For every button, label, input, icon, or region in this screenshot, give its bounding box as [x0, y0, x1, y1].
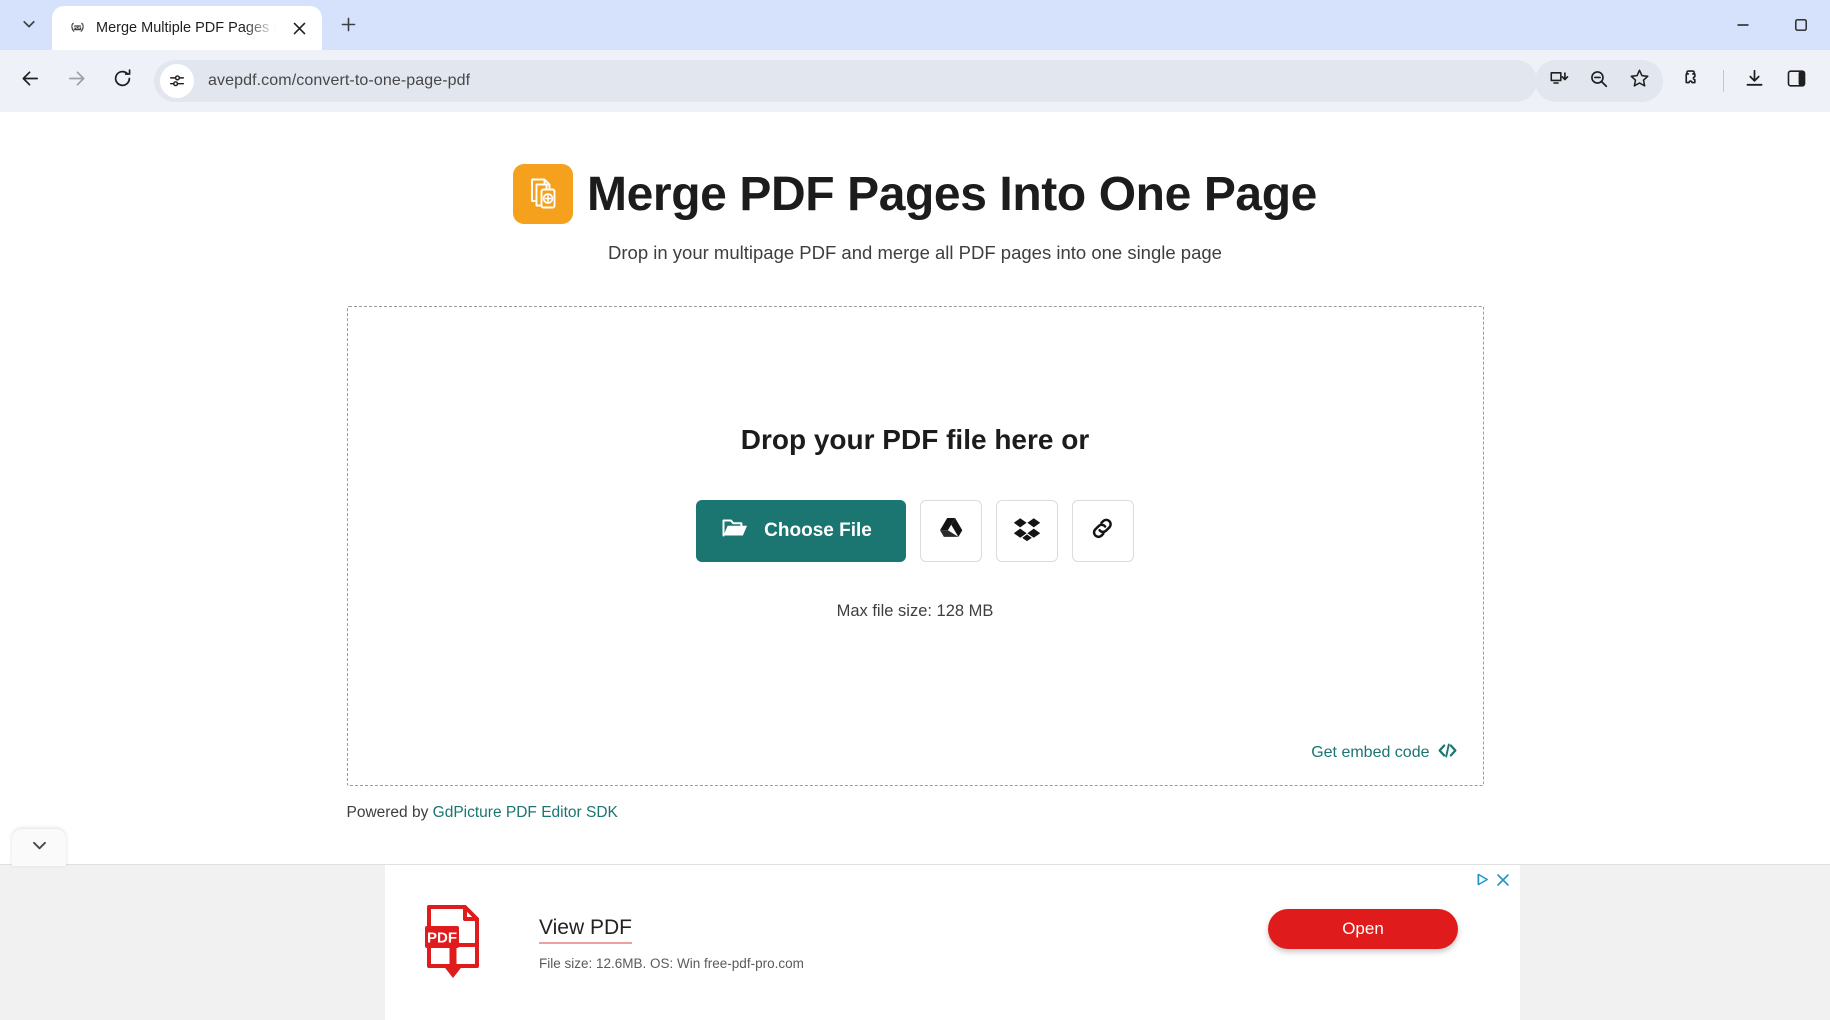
choose-file-button[interactable]: Choose File — [696, 500, 906, 562]
gdpicture-sdk-link[interactable]: GdPicture PDF Editor SDK — [433, 804, 618, 821]
url-link-button[interactable] — [1071, 500, 1134, 562]
ad-close-icon[interactable] — [1496, 873, 1510, 887]
reload-icon — [112, 68, 133, 94]
tab-strip: PDF Merge Multiple PDF Pages Into — [0, 0, 1830, 50]
svg-text:PDF: PDF — [73, 26, 81, 30]
maximize-button[interactable] — [1772, 0, 1830, 50]
zoom-out-button[interactable] — [1579, 61, 1619, 101]
dropbox-icon — [1013, 516, 1041, 547]
ad-copy: View PDF File size: 12.6MB. OS: Win free… — [539, 916, 804, 971]
folder-open-icon — [722, 517, 748, 545]
ad-subtext: File size: 12.6MB. OS: Win free-pdf-pro.… — [539, 955, 804, 971]
zoom-out-icon — [1589, 69, 1609, 94]
pdf-download-icon: PDF — [423, 904, 483, 982]
powered-by-line: Powered by GdPicture PDF Editor SDK — [347, 804, 1484, 822]
max-file-size-label: Max file size: 128 MB — [836, 602, 994, 620]
link-icon — [1089, 515, 1116, 547]
minimize-button[interactable] — [1714, 0, 1772, 50]
get-embed-code-link[interactable]: Get embed code — [1311, 743, 1456, 763]
reload-button[interactable] — [100, 59, 144, 103]
url-text: avepdf.com/convert-to-one-page-pdf — [208, 72, 471, 89]
tab-close-button[interactable] — [286, 15, 312, 41]
install-app-icon — [1549, 69, 1569, 94]
ad-headline[interactable]: View PDF — [539, 916, 632, 944]
bookmark-star-icon — [1629, 68, 1650, 94]
dropbox-button[interactable] — [995, 500, 1058, 562]
extensions-button[interactable] — [1673, 61, 1713, 101]
page-content: Merge PDF Pages Into One Page Drop in yo… — [0, 112, 1830, 822]
ad-strip: PDF View PDF File size: 12.6MB. OS: Win … — [0, 829, 1830, 1020]
get-embed-code-label: Get embed code — [1311, 744, 1430, 761]
tab-title: Merge Multiple PDF Pages Into — [96, 20, 276, 36]
back-button[interactable] — [8, 59, 52, 103]
powered-by-prefix: Powered by — [346, 804, 433, 821]
google-drive-button[interactable] — [919, 500, 982, 562]
window-controls — [1714, 0, 1830, 50]
file-dropzone[interactable]: Drop your PDF file here or Choose File M… — [346, 306, 1484, 786]
downloads-button[interactable] — [1734, 61, 1774, 101]
dropzone-heading: Drop your PDF file here or — [740, 424, 1090, 455]
code-brackets-icon — [1438, 743, 1457, 763]
install-app-button[interactable] — [1539, 61, 1579, 101]
ad-card[interactable]: PDF View PDF File size: 12.6MB. OS: Win … — [385, 865, 1520, 1020]
adchoices-controls — [1476, 872, 1510, 887]
downloads-icon — [1744, 68, 1765, 94]
google-drive-icon — [937, 516, 965, 547]
bookmark-button[interactable] — [1619, 61, 1659, 101]
side-panel-button[interactable] — [1776, 61, 1816, 101]
pdf-laurel-favicon: PDF — [68, 19, 86, 37]
arrow-right-icon — [66, 68, 87, 94]
ad-collapse-button[interactable] — [12, 829, 66, 866]
toolbar-divider — [1723, 70, 1724, 92]
browser-window: PDF Merge Multiple PDF Pages Into — [0, 0, 1830, 1020]
upload-buttons-row: Choose File — [696, 500, 1134, 562]
page-subtitle: Drop in your multipage PDF and merge all… — [608, 242, 1222, 263]
merge-pdf-pages-logo — [513, 164, 574, 224]
omnibox-actions — [1535, 60, 1663, 102]
forward-button[interactable] — [54, 59, 98, 103]
ad-open-button[interactable]: Open — [1268, 909, 1458, 949]
choose-file-label: Choose File — [764, 520, 872, 541]
plus-icon — [340, 16, 357, 38]
side-panel-icon — [1786, 68, 1807, 94]
page-title: Merge PDF Pages Into One Page — [587, 167, 1317, 221]
browser-toolbar: avepdf.com/convert-to-one-page-pdf — [0, 50, 1830, 112]
address-bar[interactable]: avepdf.com/convert-to-one-page-pdf — [154, 60, 1537, 102]
browser-tab[interactable]: PDF Merge Multiple PDF Pages Into — [52, 6, 322, 50]
page-header: Merge PDF Pages Into One Page — [513, 164, 1317, 224]
adchoices-icon[interactable] — [1476, 872, 1491, 887]
extensions-puzzle-icon — [1683, 68, 1704, 94]
arrow-left-icon — [20, 68, 41, 94]
chevron-down-icon — [21, 16, 37, 37]
new-tab-button[interactable] — [328, 7, 368, 47]
page-viewport: Merge PDF Pages Into One Page Drop in yo… — [0, 112, 1830, 1020]
svg-text:PDF: PDF — [427, 930, 457, 947]
site-settings-icon[interactable] — [160, 64, 194, 98]
tab-search-button[interactable] — [6, 6, 52, 46]
chevron-down-icon — [30, 836, 49, 860]
